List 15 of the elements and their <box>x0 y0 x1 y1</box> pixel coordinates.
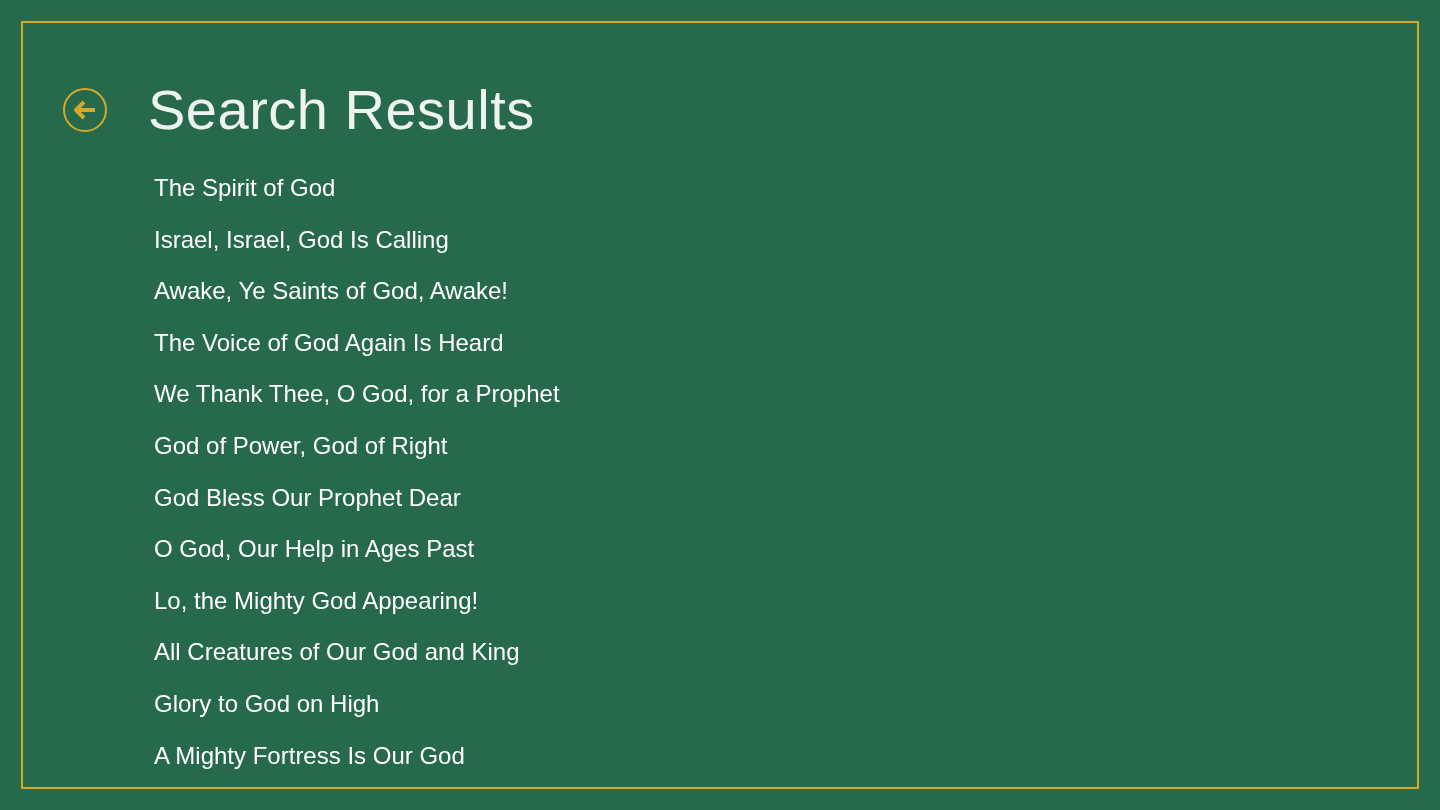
result-item[interactable]: The Spirit of God <box>154 162 336 214</box>
result-item[interactable]: We Thank Thee, O God, for a Prophet <box>154 368 560 420</box>
result-item[interactable]: The Voice of God Again Is Heard <box>154 316 504 369</box>
result-item[interactable]: O God, Our Help in Ages Past <box>154 523 475 575</box>
result-item[interactable]: Glory to God on High <box>154 677 380 730</box>
result-item[interactable]: Lo, the Mighty God Appearing! <box>154 574 479 627</box>
back-button[interactable] <box>63 88 107 132</box>
result-item[interactable]: God of Power, God of Right <box>154 419 448 472</box>
result-item[interactable]: All Creatures of Our God and King <box>154 626 520 678</box>
result-item[interactable]: God Bless Our Prophet Dear <box>154 471 461 524</box>
result-item[interactable]: Awake, Ye Saints of God, Awake! <box>154 265 509 317</box>
page-title: Search Results <box>148 78 535 142</box>
back-arrow-icon <box>73 100 97 120</box>
result-item[interactable]: Israel, Israel, God Is Calling <box>154 213 449 266</box>
result-item[interactable]: A Mighty Fortress Is Our God <box>154 729 465 782</box>
